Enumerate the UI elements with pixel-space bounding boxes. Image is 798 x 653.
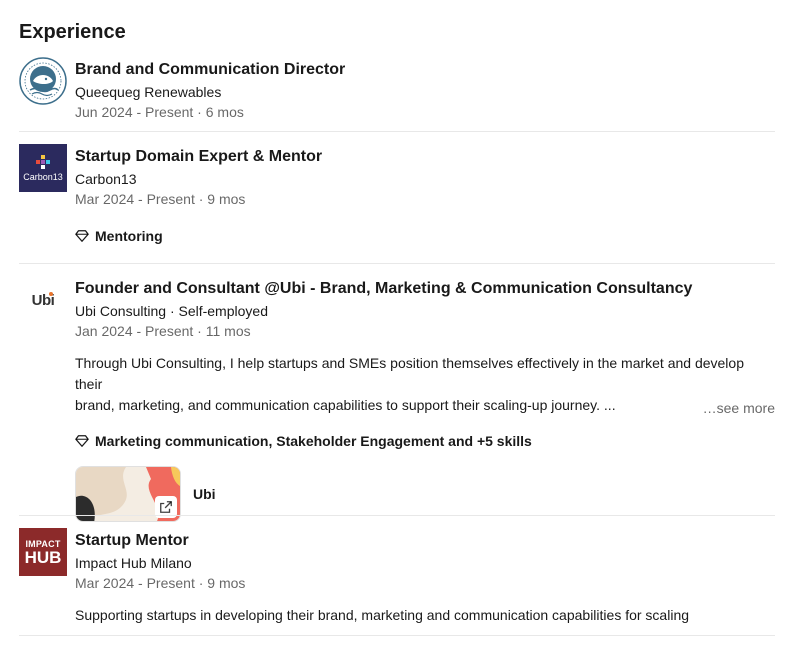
job-description: Supporting startups in developing their …: [75, 607, 690, 623]
description-line: brand, marketing, and communication capa…: [75, 397, 616, 413]
job-description: Through Ubi Consulting, I help startups …: [75, 353, 775, 416]
description-line: Through Ubi Consulting, I help startups …: [75, 355, 744, 392]
media-thumbnail[interactable]: [75, 466, 181, 522]
skills-text: Mentoring: [95, 228, 163, 244]
experience-item: Carbon13 Startup Domain Expert & Mentor …: [19, 144, 775, 254]
employment-dates: Jan 2024 - Present · 11 mos: [75, 323, 251, 339]
see-more-button[interactable]: …see more: [703, 400, 775, 416]
company-logo[interactable]: IMPACT HUB: [19, 528, 67, 576]
divider: [19, 131, 775, 132]
diamond-icon: [75, 435, 89, 447]
experience-item: IMPACT HUB Startup Mentor Impact Hub Mil…: [19, 528, 775, 628]
job-title[interactable]: Founder and Consultant @Ubi - Brand, Mar…: [75, 279, 775, 299]
company-name: Carbon13: [75, 171, 137, 187]
company-name: Ubi Consulting · Self-employed: [75, 303, 268, 319]
divider: [19, 263, 775, 264]
employment-dates: Mar 2024 - Present · 9 mos: [75, 191, 246, 207]
experience-item: Ubi Founder and Consultant @Ubi - Brand,…: [19, 276, 775, 522]
company-logo[interactable]: Ubi: [19, 276, 67, 324]
experience-details: Founder and Consultant @Ubi - Brand, Mar…: [75, 279, 775, 522]
employment-dates: Mar 2024 - Present · 9 mos: [75, 575, 246, 591]
carbon13-mark-icon: [36, 154, 50, 169]
experience-details: Startup Domain Expert & Mentor Carbon13 …: [75, 147, 775, 244]
ubi-logo-dot-icon: [49, 292, 53, 296]
divider: [19, 635, 775, 636]
job-title[interactable]: Brand and Communication Director: [75, 60, 775, 80]
queequeg-whale-logo-icon: [19, 57, 67, 105]
carbon13-logo-text: Carbon13: [23, 171, 63, 182]
impact-hub-logo-line2: HUB: [24, 547, 62, 567]
experience-details: Startup Mentor Impact Hub Milano Mar 202…: [75, 531, 775, 626]
diamond-icon: [75, 230, 89, 242]
impact-hub-logo-line1: IMPACT: [25, 538, 61, 549]
section-title: Experience: [19, 21, 126, 43]
company-logo[interactable]: Carbon13: [19, 144, 67, 192]
media-label[interactable]: Ubi: [193, 486, 216, 502]
company-name: Impact Hub Milano: [75, 555, 192, 571]
experience-section: Experience Brand and Communication Direc…: [0, 0, 798, 653]
company-name: Queequeg Renewables: [75, 84, 222, 100]
employment-dates: Jun 2024 - Present · 6 mos: [75, 104, 244, 120]
job-title[interactable]: Startup Domain Expert & Mentor: [75, 147, 775, 167]
skills-row[interactable]: Mentoring: [75, 228, 775, 244]
job-title[interactable]: Startup Mentor: [75, 531, 775, 551]
divider: [19, 515, 775, 516]
experience-item: Brand and Communication Director Queeque…: [19, 57, 775, 121]
skills-row[interactable]: Marketing communication, Stakeholder Eng…: [75, 433, 775, 449]
skills-text: Marketing communication, Stakeholder Eng…: [95, 433, 532, 449]
experience-details: Brand and Communication Director Queeque…: [75, 60, 775, 122]
company-logo[interactable]: [19, 57, 67, 105]
media-attachment[interactable]: Ubi: [75, 466, 775, 522]
